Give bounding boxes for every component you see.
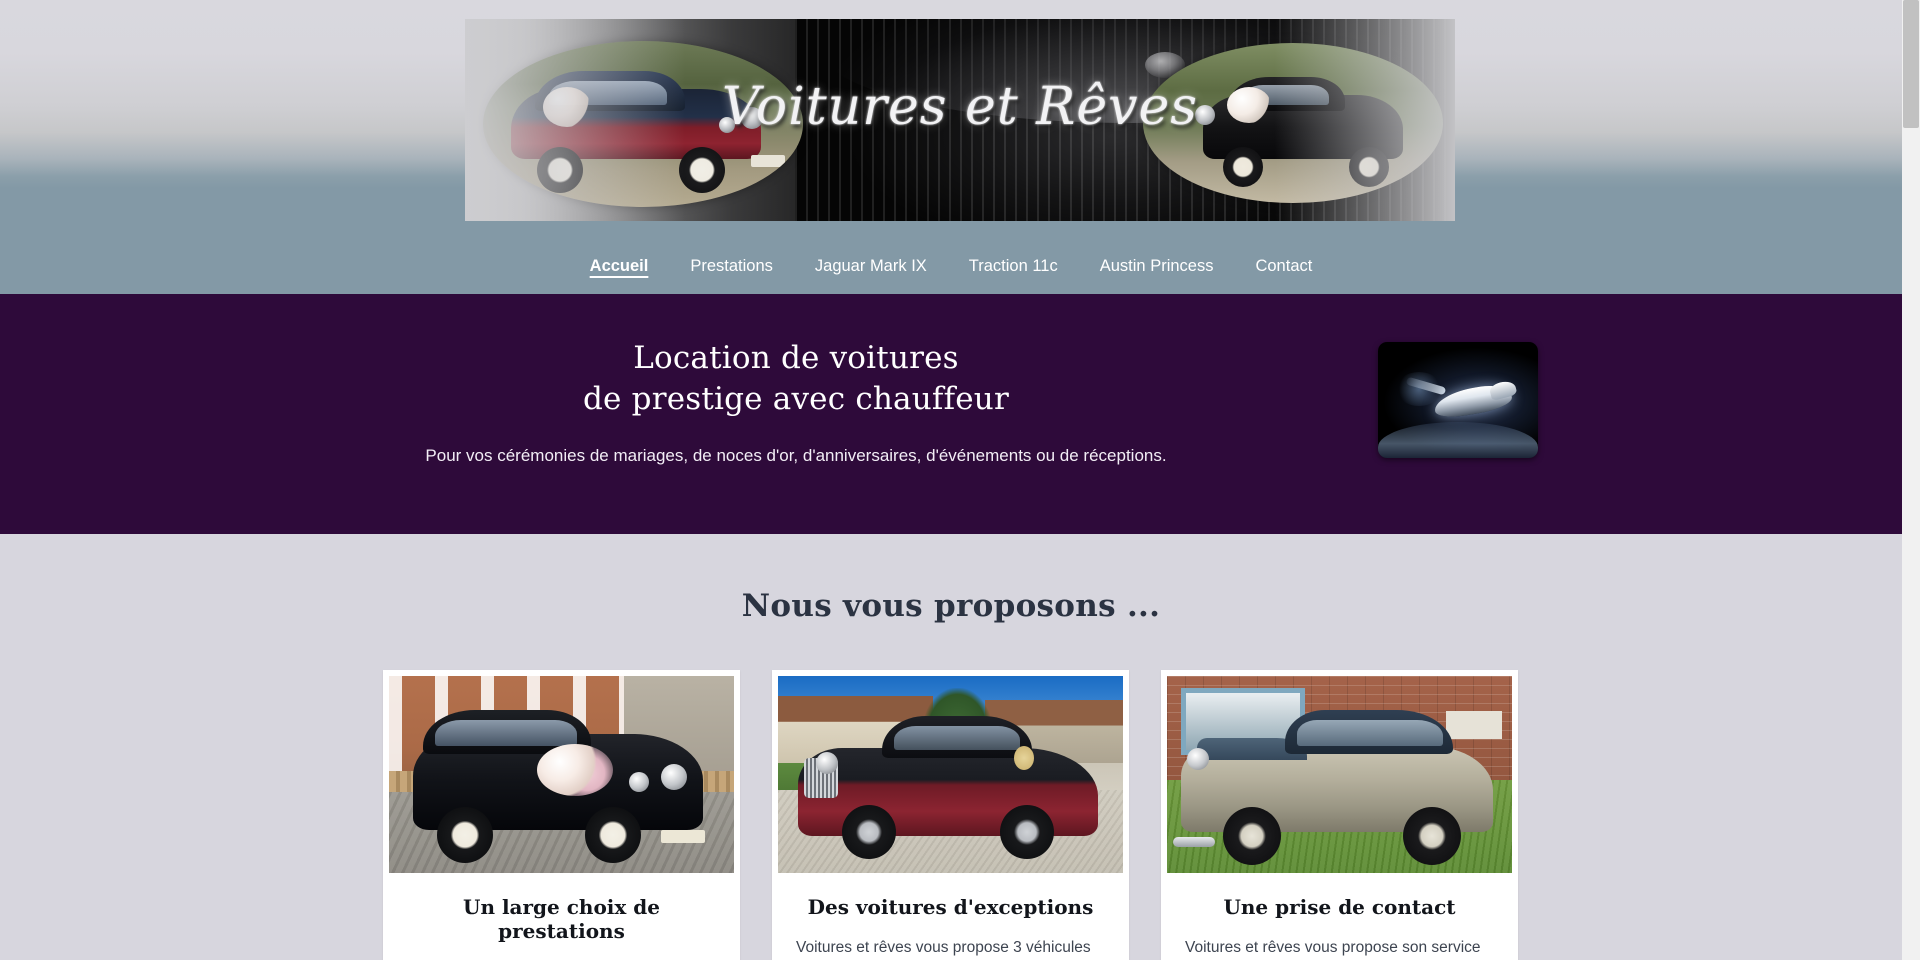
card3-front-wheel-art xyxy=(1223,807,1281,865)
card1-rear-wheel-art xyxy=(437,807,493,863)
nav-item-jaguar-mark-ix[interactable]: Jaguar Mark IX xyxy=(794,257,948,275)
card-title-contact: Une prise de contact xyxy=(1223,895,1456,919)
card-title-prestations: Un large choix de prestations xyxy=(463,895,660,943)
hero-section: Location de voitures de prestige avec ch… xyxy=(0,294,1902,534)
card-body: Des voitures d'exceptions Voitures et rê… xyxy=(778,873,1123,960)
proposal-card[interactable]: Des voitures d'exceptions Voitures et rê… xyxy=(772,670,1129,960)
hero-title-line-1: Location de voitures xyxy=(633,340,959,376)
proposals-card-grid: Un large choix de prestations Cérémonies… xyxy=(383,670,1519,960)
page-content: Voitures et Rêves Accueil Prestations Ja… xyxy=(0,0,1902,960)
banner-artwork: Voitures et Rêves xyxy=(465,19,1455,221)
card1-front-wheel-art xyxy=(585,807,641,863)
card-title-voitures: Des voitures d'exceptions xyxy=(807,895,1094,919)
card-text-voitures: Voitures et rêves vous propose 3 véhicul… xyxy=(796,939,1091,956)
banner-left-fade xyxy=(465,19,685,221)
proposal-card[interactable]: Une prise de contact Voitures et rêves v… xyxy=(1161,670,1518,960)
card-image-voitures xyxy=(778,676,1123,873)
card3-sign-art xyxy=(1446,711,1502,740)
card1-flowers-art xyxy=(537,744,613,796)
traction-flowers-art xyxy=(1227,87,1271,123)
jaguar-foglamp-art xyxy=(719,117,735,133)
card1-headlamp-art xyxy=(661,764,687,790)
nav-item-accueil[interactable]: Accueil xyxy=(569,257,670,275)
card1-car-window-art xyxy=(435,720,577,746)
proposal-card[interactable]: Un large choix de prestations Cérémonies… xyxy=(383,670,740,960)
jaguar-headlamp-art xyxy=(741,107,763,129)
card2-car-window-art xyxy=(894,726,1020,750)
card2-front-wheel-art xyxy=(842,805,896,859)
card3-headlamp-art xyxy=(1187,748,1209,770)
traction-headlamp-art xyxy=(1195,105,1215,125)
banner-right-fade xyxy=(1275,19,1455,221)
hero-text-block: Location de voitures de prestige avec ch… xyxy=(386,338,1206,468)
hero-title: Location de voitures de prestige avec ch… xyxy=(386,338,1206,420)
jaguar-front-wheel-art xyxy=(679,147,725,193)
nav-item-prestations[interactable]: Prestations xyxy=(669,257,794,275)
scrollbar-thumb[interactable] xyxy=(1903,0,1919,128)
proposals-section: Nous vous proposons ... Un large choix d… xyxy=(0,534,1902,960)
card3-rear-wheel-art xyxy=(1403,807,1461,865)
card1-plate-art xyxy=(661,830,705,843)
card-image-prestations xyxy=(389,676,734,873)
card2-ribbon-art xyxy=(1014,746,1034,770)
card-image-contact xyxy=(1167,676,1512,873)
card1-foglamp-art xyxy=(629,772,649,792)
card-body: Un large choix de prestations Cérémonies… xyxy=(389,873,734,960)
main-navigation: Accueil Prestations Jaguar Mark IX Tract… xyxy=(0,238,1902,294)
nav-item-austin-princess[interactable]: Austin Princess xyxy=(1079,257,1235,275)
jaguar-plate-art xyxy=(751,155,785,167)
hero-title-line-2: de prestige avec chauffeur xyxy=(583,380,1009,417)
hero-media-thumbnail[interactable] xyxy=(1378,342,1538,458)
card-text-contact: Voitures et rêves vous propose son servi… xyxy=(1185,939,1481,956)
browser-viewport: Voitures et Rêves Accueil Prestations Ja… xyxy=(0,0,1920,960)
nav-item-contact[interactable]: Contact xyxy=(1234,257,1333,275)
card-body: Une prise de contact Voitures et rêves v… xyxy=(1167,873,1512,960)
traction-rear-wheel-art xyxy=(1223,147,1263,187)
site-banner: Voitures et Rêves xyxy=(465,19,1455,221)
hero-ornament-head-art xyxy=(1488,379,1518,401)
hero-inner: Location de voitures de prestige avec ch… xyxy=(386,294,1538,534)
card3-car-window-art xyxy=(1297,720,1443,746)
card3-bumper-art xyxy=(1173,837,1215,847)
card2-headlamp-art xyxy=(816,752,838,774)
hero-car-hood-art xyxy=(1378,422,1538,458)
site-header: Voitures et Rêves Accueil Prestations Ja… xyxy=(0,0,1902,294)
page-scrollbar[interactable] xyxy=(1902,0,1920,960)
proposals-heading: Nous vous proposons ... xyxy=(741,588,1161,624)
hero-subtitle: Pour vos cérémonies de mariages, de noce… xyxy=(425,445,1167,465)
card2-rear-wheel-art xyxy=(1000,805,1054,859)
nav-item-traction-11c[interactable]: Traction 11c xyxy=(948,257,1079,275)
